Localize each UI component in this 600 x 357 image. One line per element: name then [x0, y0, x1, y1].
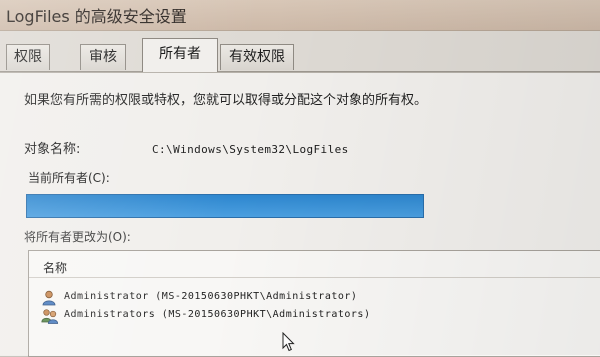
- window-title: LogFiles 的高级安全设置: [6, 7, 187, 26]
- security-dialog: LogFiles 的高级安全设置 权限 审核 所有者 有效权限 如果您有所需的权…: [0, 0, 600, 357]
- owner-instructions: 如果您有所需的权限或特权，您就可以取得或分配这个对象的所有权。: [24, 93, 428, 108]
- owner-candidate-administrators[interactable]: Administrators (MS-20150630PHKT\Administ…: [41, 307, 581, 325]
- current-owner-field[interactable]: [26, 194, 424, 218]
- title-bar[interactable]: LogFiles 的高级安全设置: [0, 0, 600, 31]
- object-name-label: 对象名称:: [24, 142, 81, 157]
- object-name-value: C:\Windows\System32\LogFiles: [152, 143, 349, 156]
- current-owner-label: 当前所有者(C):: [28, 171, 110, 185]
- tab-effective-permissions[interactable]: 有效权限: [220, 44, 294, 70]
- mouse-pointer-icon: [282, 332, 295, 352]
- user-icon: [41, 290, 59, 306]
- owner-candidate-label: Administrators (MS-20150630PHKT\Administ…: [64, 309, 371, 320]
- name-column-header: 名称: [43, 261, 68, 275]
- tab-owner[interactable]: 所有者: [142, 38, 218, 72]
- tab-permissions[interactable]: 权限: [6, 44, 50, 70]
- owner-candidates-list[interactable]: 名称 Administrator (MS-20150630PHKT\Admini…: [28, 250, 600, 357]
- group-icon: [41, 308, 59, 324]
- tab-strip: 权限 审核 所有者 有效权限: [0, 38, 600, 72]
- owner-candidate-label: Administrator (MS-20150630PHKT\Administr…: [64, 291, 358, 302]
- tab-auditing[interactable]: 审核: [80, 44, 126, 70]
- list-header[interactable]: 名称: [29, 251, 600, 278]
- owner-candidate-administrator[interactable]: Administrator (MS-20150630PHKT\Administr…: [41, 289, 581, 307]
- change-owner-label: 将所有者更改为(O):: [24, 230, 131, 244]
